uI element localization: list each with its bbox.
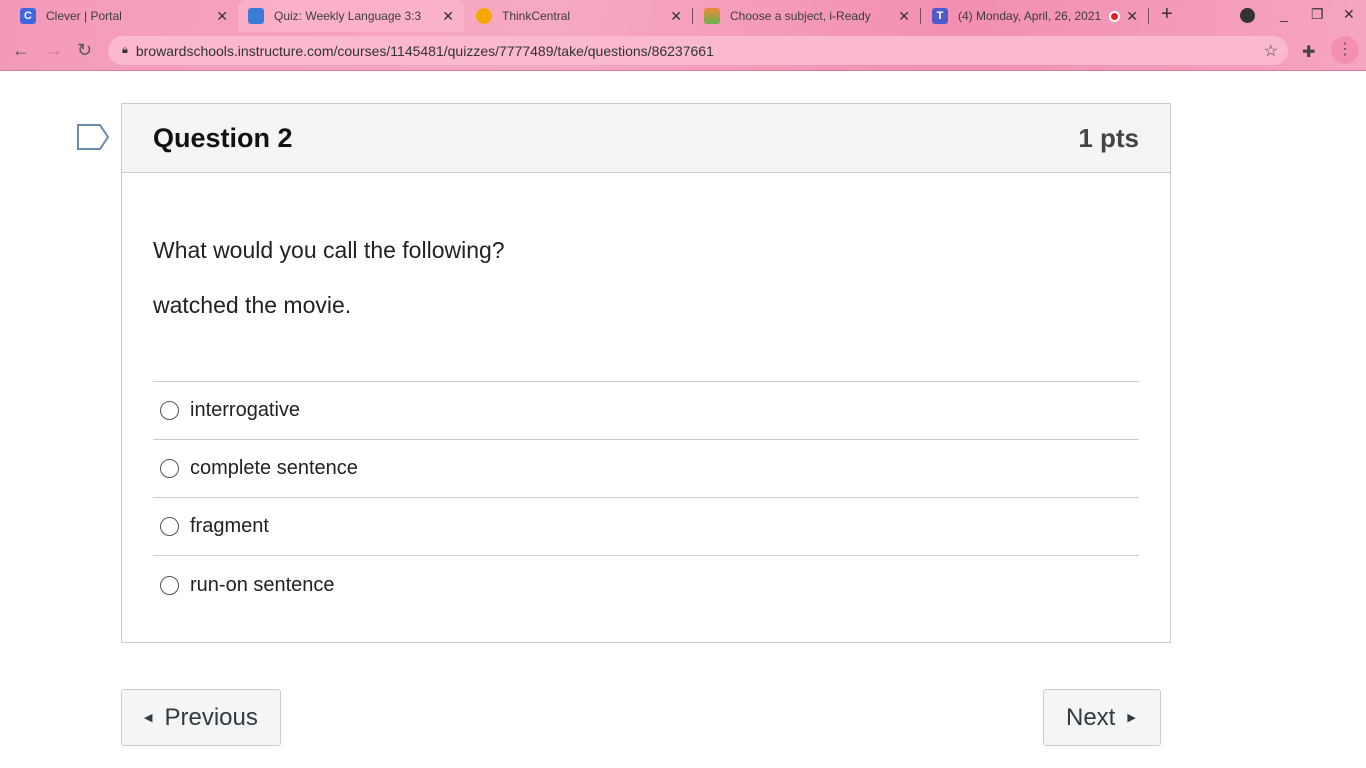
caret-left-icon: ◀: [144, 712, 153, 724]
close-window-icon[interactable]: ✕: [1343, 6, 1355, 23]
next-button[interactable]: Next ▶: [1043, 689, 1161, 746]
caret-right-icon: ▶: [1127, 712, 1136, 724]
radio-button[interactable]: [160, 517, 179, 536]
restore-icon[interactable]: ❐: [1311, 6, 1324, 23]
bookmark-star-icon[interactable]: ☆: [1264, 41, 1278, 61]
address-bar[interactable]: 🔒︎ browardschools.instructure.com/course…: [108, 36, 1288, 65]
extensions-icon[interactable]: ✚: [1302, 42, 1315, 62]
tab-title: Quiz: Weekly Language 3:3: [274, 9, 422, 23]
answer-label[interactable]: fragment: [190, 515, 269, 538]
tab-quiz[interactable]: Quiz: Weekly Language 3:3 ✕: [238, 0, 464, 32]
answer-label[interactable]: complete sentence: [190, 457, 358, 480]
question-points: 1 pts: [1078, 122, 1139, 153]
tab-title: ThinkCentral: [502, 9, 571, 23]
forward-icon[interactable]: →: [45, 40, 63, 61]
previous-button[interactable]: ◀ Previous: [121, 689, 281, 746]
tab-title: Clever | Portal: [46, 9, 122, 23]
tab-thinkcentral[interactable]: ThinkCentral ✕: [466, 0, 692, 32]
browser-chrome: C Clever | Portal ✕ Quiz: Weekly Language…: [0, 0, 1366, 71]
answer-option[interactable]: interrogative: [153, 382, 1139, 440]
answer-option[interactable]: complete sentence: [153, 440, 1139, 498]
back-icon[interactable]: ←: [12, 40, 30, 61]
flag-question-icon[interactable]: [77, 124, 109, 150]
close-tab-icon[interactable]: ✕: [670, 8, 682, 25]
canvas-icon: [248, 8, 264, 24]
answer-option[interactable]: fragment: [153, 498, 1139, 556]
radio-button[interactable]: [160, 459, 179, 478]
reload-icon[interactable]: ↻: [77, 40, 92, 61]
close-tab-icon[interactable]: ✕: [898, 8, 910, 25]
tab-title: Choose a subject, i-Ready: [730, 9, 871, 23]
minimize-icon[interactable]: _: [1280, 6, 1288, 22]
question-title: Question 2: [153, 122, 293, 153]
question-text: watched the movie.: [153, 292, 352, 318]
answer-label[interactable]: run-on sentence: [190, 574, 335, 597]
menu-icon[interactable]: ⋮: [1331, 36, 1359, 64]
question-header: Question 2 1 pts: [122, 104, 1170, 173]
close-tab-icon[interactable]: ✕: [442, 8, 454, 25]
question-prompt: What would you call the following?: [153, 237, 505, 263]
url-text: browardschools.instructure.com/courses/1…: [135, 42, 714, 59]
question-card: Question 2 1 pts What would you call the…: [121, 103, 1171, 643]
tab-clever[interactable]: C Clever | Portal ✕: [10, 0, 238, 32]
clever-icon: C: [20, 8, 36, 24]
iready-icon: [704, 8, 720, 24]
answer-option[interactable]: run-on sentence: [153, 556, 1139, 614]
lock-icon: 🔒︎: [122, 44, 128, 56]
new-tab-icon[interactable]: +: [1161, 3, 1173, 26]
tab-teams[interactable]: T (4) Monday, April, 26, 2021 ✕: [922, 0, 1148, 32]
answer-list: interrogative complete sentence fragment…: [153, 381, 1139, 614]
tab-iready[interactable]: Choose a subject, i-Ready ✕: [694, 0, 920, 32]
radio-button[interactable]: [160, 575, 179, 595]
close-tab-icon[interactable]: ✕: [216, 8, 228, 25]
answer-label[interactable]: interrogative: [190, 399, 300, 422]
close-tab-icon[interactable]: ✕: [1126, 8, 1138, 25]
tab-title: (4) Monday, April, 26, 2021: [958, 9, 1102, 23]
radio-button[interactable]: [160, 401, 179, 420]
teams-icon: T: [932, 8, 948, 24]
previous-label: Previous: [164, 703, 258, 731]
recording-icon: [1109, 10, 1121, 22]
tab-search-icon[interactable]: [1240, 8, 1255, 23]
thinkcentral-icon: [476, 8, 492, 24]
next-label: Next: [1066, 703, 1116, 731]
